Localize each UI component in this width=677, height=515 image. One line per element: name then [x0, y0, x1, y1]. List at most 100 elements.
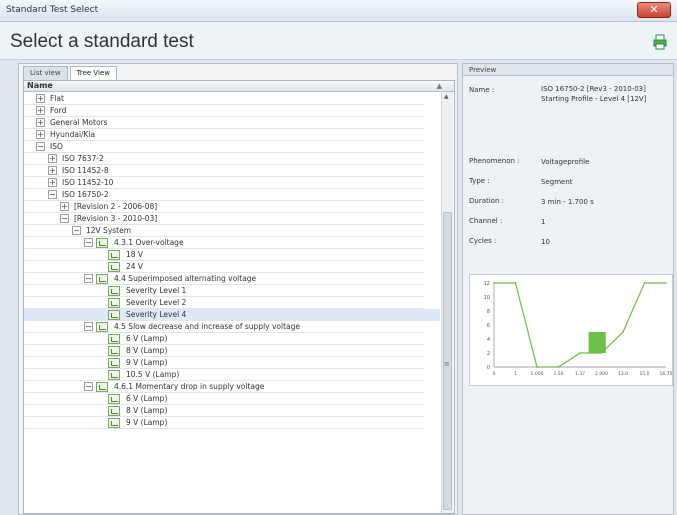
tree-row[interactable]: 9 V (Lamp) — [24, 357, 440, 369]
tree-row[interactable]: Severity Level 1 — [24, 285, 440, 297]
test-item-icon — [108, 298, 120, 308]
tree-row[interactable]: −12V System — [24, 225, 440, 237]
expander-icon[interactable]: − — [84, 274, 93, 283]
tree-row[interactable]: 24 V — [24, 261, 440, 273]
tree-row[interactable]: −4.4 Superimposed alternating voltage — [24, 273, 440, 285]
prop-value-cycles: 10 — [541, 238, 550, 246]
page-header: Select a standard test — [0, 22, 677, 60]
expander-icon[interactable]: − — [36, 142, 45, 151]
x-tick-label: 1.50 — [553, 371, 563, 377]
test-item-icon — [96, 274, 108, 284]
window-titlebar: Standard Test Select ✕ — [0, 0, 677, 22]
tree-row[interactable]: + ISO 11452-10 — [24, 177, 440, 189]
tree-row[interactable]: − ISO — [24, 141, 440, 153]
x-tick-label: 1.37 — [575, 371, 585, 377]
tree-row[interactable]: + ISO 7637-2 — [24, 153, 440, 165]
column-header-name: Name — [27, 81, 53, 90]
tree-row[interactable]: − [Revision 3 - 2010-03] — [24, 213, 440, 225]
expander-icon[interactable]: + — [48, 178, 57, 187]
expander-icon[interactable]: − — [84, 238, 93, 247]
y-tick-label: 2 — [487, 351, 490, 357]
window-title: Standard Test Select — [6, 5, 99, 15]
test-item-icon — [108, 334, 120, 344]
y-tick-label: 12 — [484, 281, 490, 287]
x-tick-label: 2.000 — [595, 371, 608, 377]
expander-icon[interactable]: + — [36, 94, 45, 103]
expander-icon[interactable]: + — [60, 202, 69, 211]
tree-column-header[interactable]: Name ▲ — [24, 81, 454, 92]
tree-row[interactable]: 8 V (Lamp) — [24, 405, 440, 417]
tree-row[interactable]: + Flat — [24, 93, 440, 105]
tree-row[interactable]: −4.3.1 Over-voltage — [24, 237, 440, 249]
prop-label-name: Name : — [469, 86, 495, 94]
tree-row[interactable]: −4.6.1 Momentary drop in supply voltage — [24, 381, 440, 393]
prop-value-duration: 3 min - 1.700 s — [541, 198, 594, 206]
expander-icon[interactable]: − — [84, 322, 93, 331]
expander-icon[interactable]: − — [84, 382, 93, 391]
preview-panel: Preview Name : ISO 16750-2 [Rev3 - 2010-… — [462, 63, 674, 515]
scroll-grip-icon: ≡ — [444, 360, 450, 368]
tree-row[interactable]: 10.5 V (Lamp) — [24, 369, 440, 381]
scroll-up-icon[interactable]: ▲ — [444, 93, 449, 100]
expander-icon[interactable]: − — [72, 226, 81, 235]
test-item-icon — [108, 358, 120, 368]
voltage-point — [665, 282, 667, 284]
test-item-icon — [96, 322, 108, 332]
prop-value-channel: 1 — [541, 218, 546, 226]
x-tick-label: 13.0 — [618, 371, 628, 377]
voltage-profile-chart: 0 2 4 6 8 10 12 0 1 1.000 1.50 1.37 2.000 13.0 15.0 16.… — [469, 274, 673, 386]
tree-row[interactable]: + General Motors — [24, 117, 440, 129]
prop-label-type: Type : — [469, 177, 490, 185]
tab-tree-view[interactable]: Tree View — [69, 66, 118, 80]
sort-arrow-icon: ▲ — [436, 82, 442, 90]
expander-icon[interactable]: + — [36, 106, 45, 115]
tree-row[interactable]: + Hyundai/Kia — [24, 129, 440, 141]
test-tree: Name ▲ + Flat + Ford + General Motors + Hyundai… — [23, 80, 455, 514]
test-item-icon — [108, 394, 120, 404]
close-button[interactable]: ✕ — [637, 2, 671, 18]
page-title: Select a standard test — [10, 31, 194, 52]
tree-row[interactable]: − ISO 16750-2 — [24, 189, 440, 201]
test-item-icon — [96, 382, 108, 392]
x-tick-label: 15.0 — [639, 371, 649, 377]
tree-row[interactable]: 8 V (Lamp) — [24, 345, 440, 357]
tree-row[interactable]: + [Revision 2 - 2006-08] — [24, 201, 440, 213]
expander-icon[interactable]: + — [36, 130, 45, 139]
tree-row[interactable]: 9 V (Lamp) — [24, 417, 440, 429]
tree-row[interactable]: Severity Level 4 — [24, 309, 440, 321]
y-tick-label: 8 — [487, 309, 490, 315]
voltage-point — [536, 366, 538, 368]
tree-row[interactable]: 6 V (Lamp) — [24, 393, 440, 405]
row-divider — [24, 428, 424, 429]
test-item-icon — [108, 418, 120, 428]
x-tick-label: 1 — [514, 371, 517, 377]
print-icon[interactable] — [653, 34, 667, 50]
voltage-point — [643, 282, 646, 284]
expander-icon[interactable]: + — [36, 118, 45, 127]
test-item-icon — [108, 346, 120, 356]
voltage-point — [600, 352, 603, 354]
prop-label-phenomenon: Phenomenon : — [469, 157, 520, 165]
tree-row[interactable]: + Ford — [24, 105, 440, 117]
prop-label-channel: Channel : — [469, 217, 503, 225]
test-item-icon — [96, 238, 108, 248]
chart-svg: 0 2 4 6 8 10 12 0 1 1.000 1.50 1.37 2.000 13.0 15.0 16.… — [484, 281, 673, 377]
prop-value-phenomenon: Voltageprofile — [541, 158, 590, 166]
tab-list-view[interactable]: List view — [23, 66, 68, 80]
tree-row[interactable]: 6 V (Lamp) — [24, 333, 440, 345]
prop-value-type: Segment — [541, 178, 573, 186]
expander-icon[interactable]: + — [48, 154, 57, 163]
test-item-icon — [108, 262, 120, 272]
test-item-icon — [108, 286, 120, 296]
expander-icon[interactable]: − — [60, 214, 69, 223]
tree-row[interactable]: −4.5 Slow decrease and increase of suppl… — [24, 321, 440, 333]
expander-icon[interactable]: + — [48, 166, 57, 175]
test-item-icon — [108, 406, 120, 416]
tree-scrollbar[interactable]: ▲ ≡ — [441, 92, 453, 513]
tree-row[interactable]: + ISO 11452-8 — [24, 165, 440, 177]
y-tick-label: 6 — [487, 323, 490, 329]
tree-row[interactable]: 18 V — [24, 249, 440, 261]
tree-row[interactable]: Severity Level 2 — [24, 297, 440, 309]
voltage-point — [493, 282, 495, 284]
expander-icon[interactable]: − — [48, 190, 57, 199]
